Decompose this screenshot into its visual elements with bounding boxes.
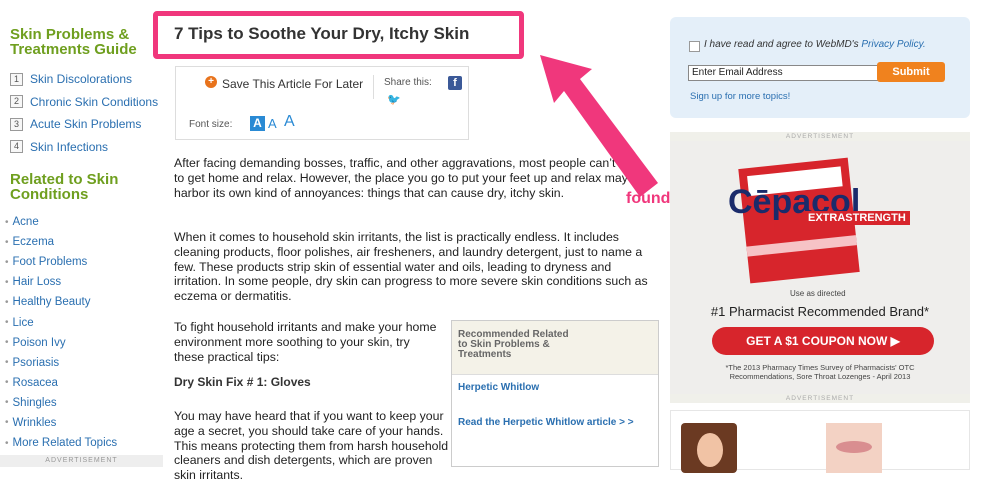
condition-link[interactable]: • Acne — [5, 212, 117, 232]
related-conditions-list: • Acne • Eczema • Foot Problems • Hair Loss … — [5, 212, 117, 453]
related-conditions-title: Related to Skin Conditions — [10, 171, 119, 203]
privacy-policy-link[interactable]: Privacy Policy. — [861, 39, 925, 50]
guide-number-badge: 3 — [10, 117, 23, 131]
article-paragraph: To fight household irritants and make yo… — [174, 320, 437, 364]
advertisement-label: ADVERTISEMENT — [0, 455, 163, 467]
advertisement-label: ADVERTISEMENT — [670, 132, 970, 141]
guide-list: 1 Skin Discolorations 2 Chronic Skin Condi… — [10, 68, 158, 158]
agree-text: I have read and agree to WebMD's Privacy… — [704, 39, 926, 50]
guide-item-label[interactable]: Acute Skin Problems — [30, 117, 141, 131]
font-size-large-button[interactable]: A — [284, 113, 295, 131]
lips-photo-thumbnail[interactable] — [826, 423, 882, 473]
guide-item[interactable]: 2 Chronic Skin Conditions — [10, 91, 158, 114]
guide-number-badge: 1 — [10, 72, 23, 86]
woman-photo-thumbnail[interactable] — [681, 423, 737, 473]
condition-link[interactable]: • Psoriasis — [5, 353, 117, 373]
plus-icon[interactable]: + — [205, 76, 217, 88]
title-highlight-box — [153, 11, 524, 59]
guide-item-label[interactable]: Skin Discolorations — [30, 72, 132, 86]
submit-button[interactable]: Submit — [877, 62, 945, 82]
email-field[interactable]: Enter Email Address — [688, 65, 882, 81]
guide-title[interactable]: Skin Problems & Treatments Guide — [10, 27, 170, 57]
font-size-label: Font size: — [189, 119, 233, 130]
annotation-arrow-icon — [540, 55, 658, 197]
coupon-button[interactable]: GET A $1 COUPON NOW ▶ — [712, 327, 934, 355]
condition-link[interactable]: • Foot Problems — [5, 252, 117, 272]
guide-item[interactable]: 1 Skin Discolorations — [10, 68, 158, 91]
guide-item[interactable]: 3 Acute Skin Problems — [10, 113, 158, 136]
newsletter-signup: I have read and agree to WebMD's Privacy… — [670, 17, 970, 118]
recommended-header: Recommended Related to Skin Problems & T… — [452, 321, 658, 375]
condition-link[interactable]: • Hair Loss — [5, 272, 117, 292]
ad-use-note: Use as directed — [790, 289, 846, 298]
recommended-article-link[interactable]: Herpetic Whitlow — [458, 382, 539, 393]
condition-link[interactable]: • Rosacea — [5, 373, 117, 393]
font-size-small-button[interactable]: A — [250, 116, 265, 131]
font-size-medium-button[interactable]: A — [268, 116, 277, 131]
read-article-link[interactable]: Read the Herpetic Whitlow article > > — [458, 416, 653, 429]
divider — [373, 75, 374, 99]
condition-link[interactable]: • Healthy Beauty — [5, 292, 117, 312]
condition-link[interactable]: • More Related Topics — [5, 433, 117, 453]
related-images-card — [670, 410, 970, 473]
ad-fine-print: *The 2013 Pharmacy Times Survey of Pharm… — [725, 363, 915, 381]
guide-number-badge: 4 — [10, 140, 23, 154]
section-heading: Dry Skin Fix # 1: Gloves — [174, 375, 311, 389]
condition-link[interactable]: • Eczema — [5, 232, 117, 252]
share-label: Share this: — [384, 77, 432, 88]
article-paragraph: When it comes to household skin irritant… — [174, 230, 648, 304]
guide-item-label[interactable]: Skin Infections — [30, 140, 108, 154]
article-toolbar: + Save This Article For Later Share this… — [175, 66, 469, 140]
article-paragraph: You may have heard that if you want to k… — [174, 409, 449, 483]
guide-number-badge: 2 — [10, 95, 23, 109]
condition-link[interactable]: • Shingles — [5, 393, 117, 413]
cepacol-advertisement[interactable]: Cēpacol EXTRASTRENGTH Use as directed #1… — [670, 141, 970, 394]
more-topics-link[interactable]: Sign up for more topics! — [690, 91, 790, 102]
facebook-icon[interactable]: f — [448, 76, 462, 90]
ad-claim: #1 Pharmacist Recommended Brand* — [710, 304, 930, 319]
condition-link[interactable]: • Wrinkles — [5, 413, 117, 433]
condition-link[interactable]: • Poison Ivy — [5, 333, 117, 353]
agree-checkbox[interactable] — [689, 41, 700, 52]
advertisement-label: ADVERTISEMENT — [670, 394, 970, 403]
recommended-box: Recommended Related to Skin Problems & T… — [451, 320, 659, 467]
recommended-heading: Recommended Related to Skin Problems & T… — [458, 329, 569, 360]
ad-extra-strength: EXTRASTRENGTH — [804, 211, 910, 225]
guide-item[interactable]: 4 Skin Infections — [10, 136, 158, 159]
play-icon: ▶ — [890, 334, 900, 348]
guide-item-label[interactable]: Chronic Skin Conditions — [30, 95, 158, 109]
twitter-icon[interactable]: 🐦 — [387, 93, 401, 106]
save-article-button[interactable]: Save This Article For Later — [222, 77, 363, 91]
condition-link[interactable]: • Lice — [5, 312, 117, 332]
